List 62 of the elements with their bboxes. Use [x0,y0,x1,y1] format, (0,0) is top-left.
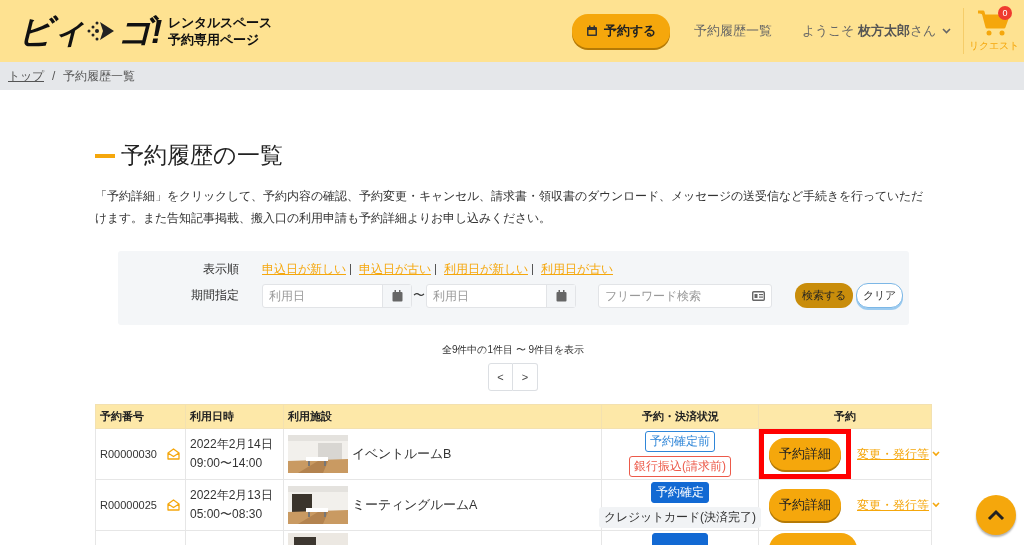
breadcrumb-link[interactable]: トップ [8,67,44,85]
breadcrumb-current: 予約履歴一覧 [63,67,136,85]
column-header: 予約 [758,404,932,429]
column-header: 予約番号 [95,404,186,429]
range-separator: 〜 [413,287,425,304]
chevron-up-icon [987,509,1005,521]
keyword-input[interactable]: フリーワード検索 [599,284,752,307]
usage-date: 2022年2月13日 [190,487,274,504]
usage-date: 2022年2月14日 [190,436,274,453]
envelope-icon[interactable] [166,448,180,460]
chevron-down-icon [932,451,940,457]
scroll-to-top-button[interactable] [976,495,1016,535]
next-page-button[interactable]: > [513,363,538,391]
title-accent [95,153,115,158]
previous-page-button[interactable]: < [488,363,513,391]
search-button[interactable]: 検索する [795,283,853,308]
reserve-button[interactable]: 予約する [572,14,671,48]
date-input[interactable]: 利用日 [263,284,382,307]
id-card-icon [752,290,765,301]
tagline-text: 予約専用ページ [168,31,261,48]
cart-count-badge: 0 [998,6,1012,20]
chevron-down-icon [932,502,940,508]
usage-time: 09:00〜14:00 [190,455,264,472]
detail-button[interactable]: 予約詳細 [769,438,841,470]
chevron-down-icon [942,28,951,34]
calendar-icon [391,289,403,302]
facility-name: イベントルームB [352,445,452,463]
reservation-number: R00000030 [100,448,157,460]
logo-text[interactable]: ビィ [18,14,84,48]
breadcrumb-separator: / [52,69,56,83]
period-label: 期間指定 [190,287,240,304]
column-header: 利用日時 [185,404,284,429]
history-link[interactable]: 予約履歴一覧 [694,22,773,40]
cart-button[interactable]: 0 リクエスト [963,8,1024,54]
page-title: 予約履歴の一覧 [121,141,283,170]
intro-text: 「予約詳細」をクリックして、予約内容の確認、予約変更・キャンセル、請求書・領収書のダウンロード、メッセージの送受信など手続きを行っていただけます。また告知記事掲載、搬入口の利用申請も予約詳細よりお申し込みください。 [95,188,924,227]
tagline-text: レンタルスペース [168,14,273,31]
user-menu[interactable]: ようこそ 枚方太郎さん [802,22,951,40]
column-header: 利用施設 [283,404,602,429]
status-badge: 銀行振込(請求前) [629,456,731,477]
keyword-field[interactable]: フリーワード検索 [598,283,772,308]
detail-button[interactable]: 予約詳細 [769,489,841,521]
date-field[interactable]: 利用日 [262,283,412,308]
status-badge: クレジットカード(決済完了) [599,507,761,528]
date-input[interactable]: 利用日 [427,284,546,307]
cart-icon [977,9,1011,37]
calendar-icon [586,25,599,37]
reservation-number: R00000025 [100,499,157,511]
column-header: 予約・決済状況 [601,404,759,429]
sort-label: 表示順 [202,260,240,278]
status-badge: 予約確定前 [645,431,715,452]
status-badge: 予約確定 [651,482,709,503]
facility-name: ミーティングルームA [352,496,478,514]
envelope-icon[interactable] [166,499,180,511]
status-badge [652,533,708,545]
logo-text[interactable]: ゴ! [118,14,161,48]
calendar-icon [555,289,567,302]
usage-time: 05:00〜08:30 [190,506,264,523]
date-field[interactable]: 利用日 [426,283,576,308]
clear-button[interactable]: クリア [856,283,903,308]
cart-label: リクエスト [969,39,1019,53]
result-count: 全9件中の1件目 〜 9件目を表示 [440,343,586,357]
